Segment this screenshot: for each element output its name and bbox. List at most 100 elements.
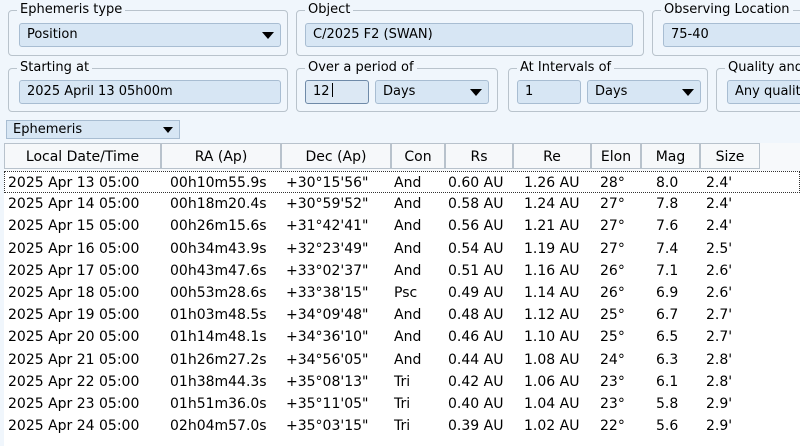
cell-size: 2.9' <box>706 418 733 435</box>
table-header: Local Date/Time RA (Ap) Dec (Ap) Con Rs … <box>4 143 800 171</box>
starting-group: Starting at 2025 April 13 05h00m <box>8 60 288 112</box>
cell-dec: +35°08'13" <box>286 373 369 390</box>
cell-date: 2025 Apr 24 05:00 <box>8 418 140 435</box>
column-header-con[interactable]: Con <box>391 143 445 169</box>
cell-size: 2.6' <box>706 262 733 279</box>
cell-ra: 01h14m48.1s <box>170 329 267 346</box>
cell-elon: 24° <box>600 351 625 368</box>
cell-size: 2.8' <box>706 373 733 390</box>
cell-ra: 01h26m27.2s <box>170 351 267 368</box>
cell-rs: 0.51 AU <box>448 262 504 279</box>
cell-date: 2025 Apr 18 05:00 <box>8 285 140 301</box>
column-header-re[interactable]: Re <box>513 143 591 169</box>
table-row[interactable]: 2025 Apr 17 05:00 00h43m47.6s +33°02'37" An… <box>4 260 800 282</box>
column-header-rs[interactable]: Rs <box>445 143 513 169</box>
cell-elon: 25° <box>600 329 625 346</box>
starting-field[interactable]: 2025 April 13 05h00m <box>19 80 281 104</box>
period-unit-value: Days <box>383 84 416 99</box>
cell-mag: 6.9 <box>656 285 679 301</box>
cell-mag: 5.6 <box>656 418 679 435</box>
cell-dec: +33°02'37" <box>286 262 369 279</box>
view-select[interactable]: Ephemeris <box>6 120 180 139</box>
cell-size: 2.4' <box>706 175 733 191</box>
cell-mag: 6.5 <box>656 329 679 346</box>
object-value: C/2025 F2 (SWAN) <box>313 27 433 42</box>
cell-elon: 25° <box>600 307 625 324</box>
location-field[interactable]: 75-40 <box>663 23 800 47</box>
cell-ra: 00h18m20.4s <box>170 196 267 213</box>
cell-re: 1.21 AU <box>524 218 580 235</box>
cell-mag: 7.8 <box>656 196 679 213</box>
cell-ra: 01h03m48.5s <box>170 307 267 324</box>
cell-dec: +33°38'15" <box>286 285 369 301</box>
period-unit-select[interactable]: Days <box>375 80 489 104</box>
table-row[interactable]: 2025 Apr 24 05:00 02h04m57.0s +35°03'15" Tr… <box>4 415 800 437</box>
interval-unit-select[interactable]: Days <box>587 80 701 104</box>
cell-ra: 00h53m28.6s <box>170 285 267 301</box>
column-header-dec[interactable]: Dec (Ap) <box>281 143 391 169</box>
cell-re: 1.08 AU <box>524 351 580 368</box>
cell-rs: 0.40 AU <box>448 396 504 412</box>
starting-value: 2025 April 13 05h00m <box>27 84 173 99</box>
cell-mag: 5.8 <box>656 396 679 412</box>
column-header-mag[interactable]: Mag <box>641 143 700 169</box>
cell-rs: 0.60 AU <box>448 175 504 191</box>
cell-con: And <box>394 175 422 191</box>
column-header-local-date[interactable]: Local Date/Time <box>4 143 161 169</box>
cell-mag: 6.7 <box>656 307 679 324</box>
cell-con: Tri <box>394 396 411 412</box>
cell-ra: 01h38m44.3s <box>170 373 267 390</box>
cell-dec: +31°42'41" <box>286 218 369 235</box>
cell-date: 2025 Apr 13 05:00 <box>8 175 140 191</box>
table-row[interactable]: 2025 Apr 16 05:00 00h34m43.9s +32°23'49" An… <box>4 238 800 260</box>
ephemeris-type-select[interactable]: Position <box>19 23 281 47</box>
chevron-down-icon <box>163 127 173 133</box>
cell-con: Psc <box>394 285 418 301</box>
cell-elon: 28° <box>600 175 625 191</box>
table-row[interactable]: 2025 Apr 19 05:00 01h03m48.5s +34°09'48" An… <box>4 304 800 326</box>
table-row[interactable]: 2025 Apr 18 05:00 00h53m28.6s +33°38'15" Ps… <box>4 282 800 304</box>
period-label: Over a period of <box>305 60 417 76</box>
cell-date: 2025 Apr 16 05:00 <box>8 240 140 257</box>
view-select-value: Ephemeris <box>13 122 83 137</box>
cell-date: 2025 Apr 14 05:00 <box>8 196 140 213</box>
chevron-down-icon <box>682 89 694 96</box>
column-header-size[interactable]: Size <box>700 143 760 169</box>
interval-label: At Intervals of <box>517 60 615 76</box>
table-row[interactable]: 2025 Apr 22 05:00 01h38m44.3s +35°08'13" Tr… <box>4 371 800 393</box>
cell-ra: 01h51m36.0s <box>170 396 267 412</box>
quality-select[interactable]: Any qualit <box>727 80 800 104</box>
location-value: 75-40 <box>671 27 709 42</box>
cell-date: 2025 Apr 17 05:00 <box>8 262 140 279</box>
interval-input[interactable]: 1 <box>517 80 581 104</box>
cell-elon: 23° <box>600 396 625 412</box>
column-header-elon[interactable]: Elon <box>591 143 641 169</box>
table-row[interactable]: 2025 Apr 20 05:00 01h14m48.1s +34°36'10" An… <box>4 326 800 348</box>
column-header-ra[interactable]: RA (Ap) <box>161 143 281 169</box>
cell-ra: 02h04m57.0s <box>170 418 267 435</box>
cell-elon: 22° <box>600 418 625 435</box>
period-input[interactable]: 12 <box>305 80 369 104</box>
chevron-down-icon <box>470 89 482 96</box>
cell-size: 2.8' <box>706 351 733 368</box>
cell-size: 2.4' <box>706 196 733 213</box>
cell-con: And <box>394 218 422 235</box>
table-row[interactable]: 2025 Apr 15 05:00 00h26m15.6s +31°42'41" An… <box>4 215 800 237</box>
cell-dec: +34°09'48" <box>286 307 369 324</box>
cell-date: 2025 Apr 22 05:00 <box>8 373 140 390</box>
cell-con: And <box>394 240 422 257</box>
cell-mag: 7.4 <box>656 240 679 257</box>
cell-dec: +35°11'05" <box>286 396 369 412</box>
table-row[interactable]: 2025 Apr 21 05:00 01h26m27.2s +34°56'05" An… <box>4 349 800 371</box>
table-row[interactable]: 2025 Apr 23 05:00 01h51m36.0s +35°11'05" Tr… <box>4 393 800 415</box>
object-field[interactable]: C/2025 F2 (SWAN) <box>305 23 633 47</box>
table-row[interactable]: 2025 Apr 14 05:00 00h18m20.4s +30°59'52" An… <box>4 193 800 215</box>
cell-re: 1.10 AU <box>524 329 580 346</box>
cell-date: 2025 Apr 21 05:00 <box>8 351 140 368</box>
cell-elon: 26° <box>600 262 625 279</box>
cell-dec: +34°36'10" <box>286 329 369 346</box>
starting-label: Starting at <box>17 60 93 76</box>
table-row[interactable]: 2025 Apr 13 05:00 00h10m55.9s +30°15'56" An… <box>4 171 800 193</box>
cell-dec: +32°23'49" <box>286 240 369 257</box>
cell-re: 1.19 AU <box>524 240 580 257</box>
